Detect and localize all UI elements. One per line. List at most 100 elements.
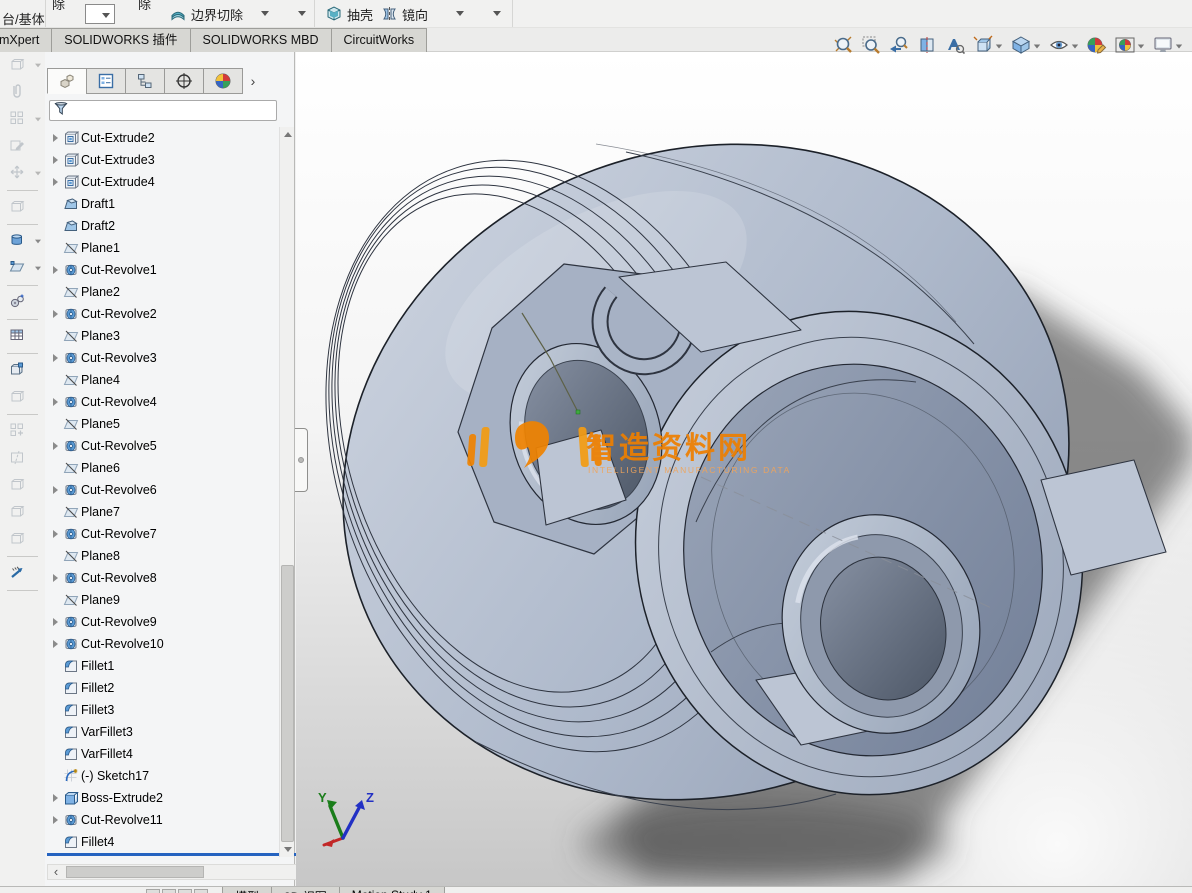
configurationmanager-tab[interactable] (125, 68, 165, 94)
displaymanager-tab[interactable] (203, 68, 243, 94)
tree-item-cut-revolve4[interactable]: Cut-Revolve4 (47, 391, 279, 413)
toolbar-dropdown-combo[interactable] (85, 4, 115, 24)
tree-item-cut-revolve6[interactable]: Cut-Revolve6 (47, 479, 279, 501)
panel-tabs-overflow-chevron[interactable]: › (242, 68, 264, 94)
panel-vertical-scrollbar[interactable] (279, 127, 294, 857)
dropdown-caret[interactable] (995, 44, 1003, 49)
tree-item-cut-revolve5[interactable]: Cut-Revolve5 (47, 435, 279, 457)
tree-item-varfillet4[interactable]: VarFillet4 (47, 743, 279, 765)
tree-item-cut-revolve7[interactable]: Cut-Revolve7 (47, 523, 279, 545)
bottom-tab-3d-视图[interactable]: 3D 视图 (271, 887, 340, 893)
graphics-viewport[interactable]: 智造资料网 INTELLIGENT MANUFACTURING DATA Y Z (296, 52, 1192, 886)
propertymanager-tab[interactable] (86, 68, 126, 94)
dropdown-caret[interactable] (35, 117, 41, 122)
expand-arrow-icon[interactable] (52, 134, 58, 142)
tree-item-sketch17[interactable]: (-) Sketch17 (47, 765, 279, 787)
tree-item-boss-extrude2[interactable]: Boss-Extrude2 (47, 787, 279, 809)
tab-scroll-last[interactable] (194, 889, 208, 893)
tree-item-cut-revolve2[interactable]: Cut-Revolve2 (47, 303, 279, 325)
bottom-tab-motion-study-1[interactable]: Motion Study 1 (338, 887, 445, 893)
zoom-to-area-button[interactable] (858, 33, 884, 60)
featuremanager-tree-tab[interactable] (47, 68, 87, 94)
toolbar-dropdown-caret-2[interactable] (298, 11, 306, 16)
scroll-up-arrow[interactable] (280, 127, 295, 142)
command-tab-mxpert[interactable]: mXpert (0, 28, 53, 52)
rail-design-table-button[interactable] (0, 323, 45, 350)
loft-boss-base-button[interactable]: 台/基体 (2, 9, 45, 27)
tree-item-plane3[interactable]: Plane3 (47, 325, 279, 347)
scroll-left-arrow[interactable]: ‹ (48, 865, 64, 879)
section-view-button[interactable] (914, 33, 940, 60)
feature-filter-input[interactable] (69, 102, 276, 119)
tree-item-draft2[interactable]: Draft2 (47, 215, 279, 237)
boundary-cut-button[interactable]: 边界切除 (170, 3, 243, 25)
expand-arrow-icon[interactable] (52, 266, 58, 274)
tree-item-cut-revolve3[interactable]: Cut-Revolve3 (47, 347, 279, 369)
dropdown-caret[interactable] (1033, 44, 1041, 49)
previous-view-button[interactable] (886, 33, 912, 60)
rail-sketch-tools-button[interactable] (0, 289, 45, 316)
toolbar-dropdown-caret-3[interactable] (456, 11, 464, 16)
tree-item-cut-revolve8[interactable]: Cut-Revolve8 (47, 567, 279, 589)
tree-item-plane2[interactable]: Plane2 (47, 281, 279, 303)
tree-item-cut-extrude4[interactable]: Cut-Extrude4 (47, 171, 279, 193)
apply-scene-button[interactable] (1112, 33, 1148, 60)
vertical-scroll-thumb[interactable] (281, 565, 294, 843)
hide-show-items-button[interactable] (1046, 33, 1082, 60)
display-style-button[interactable] (1008, 33, 1044, 60)
tree-item-cut-revolve9[interactable]: Cut-Revolve9 (47, 611, 279, 633)
expand-arrow-icon[interactable] (52, 794, 58, 802)
tree-item-plane4[interactable]: Plane4 (47, 369, 279, 391)
rail-revolve-boss-button[interactable] (0, 228, 45, 255)
dropdown-caret[interactable] (35, 266, 41, 271)
zoom-to-fit-button[interactable] (830, 33, 856, 60)
tree-item-fillet4[interactable]: Fillet4 (47, 831, 279, 853)
expand-arrow-icon[interactable] (52, 398, 58, 406)
toolbar-dropdown-caret-1[interactable] (261, 11, 269, 16)
command-tab-solidworks-插件[interactable]: SOLIDWORKS 插件 (51, 28, 191, 52)
expand-arrow-icon[interactable] (52, 442, 58, 450)
tree-item-fillet3[interactable]: Fillet3 (47, 699, 279, 721)
tree-item-plane9[interactable]: Plane9 (47, 589, 279, 611)
dropdown-caret[interactable] (1071, 44, 1079, 49)
tree-item-cut-extrude2[interactable]: Cut-Extrude2 (47, 127, 279, 149)
expand-arrow-icon[interactable] (52, 486, 58, 494)
expand-arrow-icon[interactable] (52, 640, 58, 648)
view-orientation-button[interactable] (970, 33, 1006, 60)
tab-scroll-first[interactable] (146, 889, 160, 893)
rail-insert-part-button[interactable] (0, 357, 45, 384)
panel-splitter-handle[interactable] (295, 428, 308, 492)
tree-item-plane1[interactable]: Plane1 (47, 237, 279, 259)
dropdown-caret[interactable] (35, 171, 41, 176)
toolbar-dropdown-caret-4[interactable] (493, 11, 501, 16)
tree-item-cut-revolve11[interactable]: Cut-Revolve11 (47, 809, 279, 831)
expand-arrow-icon[interactable] (52, 156, 58, 164)
expand-arrow-icon[interactable] (52, 178, 58, 186)
annotation-view-button[interactable] (942, 33, 968, 60)
expand-arrow-icon[interactable] (52, 354, 58, 362)
view-settings-button[interactable] (1150, 33, 1186, 60)
scroll-down-arrow[interactable] (280, 842, 295, 857)
dropdown-caret[interactable] (1137, 44, 1145, 49)
shell-button[interactable]: 抽壳 (326, 3, 373, 25)
expand-arrow-icon[interactable] (52, 618, 58, 626)
command-tab-circuitworks[interactable]: CircuitWorks (330, 28, 428, 52)
edit-appearance-button[interactable] (1084, 33, 1110, 60)
tab-scroll-prev[interactable] (162, 889, 176, 893)
expand-arrow-icon[interactable] (52, 574, 58, 582)
dimxpertmanager-tab[interactable] (164, 68, 204, 94)
mirror-button[interactable]: 镜向 (381, 3, 428, 25)
dropdown-caret[interactable] (1175, 44, 1183, 49)
tree-item-plane8[interactable]: Plane8 (47, 545, 279, 567)
bottom-tab-模型[interactable]: 模型 (222, 887, 273, 893)
tree-item-plane5[interactable]: Plane5 (47, 413, 279, 435)
dropdown-caret[interactable] (35, 239, 41, 244)
tree-item-varfillet3[interactable]: VarFillet3 (47, 721, 279, 743)
tree-item-fillet2[interactable]: Fillet2 (47, 677, 279, 699)
command-tab-solidworks-mbd[interactable]: SOLIDWORKS MBD (189, 28, 332, 52)
tree-item-plane7[interactable]: Plane7 (47, 501, 279, 523)
cut-button-fragment[interactable]: 除 (52, 0, 65, 13)
expand-arrow-icon[interactable] (52, 530, 58, 538)
horizontal-scroll-thumb[interactable] (66, 866, 204, 878)
cut-button-fragment-2[interactable]: 除 (138, 0, 151, 13)
